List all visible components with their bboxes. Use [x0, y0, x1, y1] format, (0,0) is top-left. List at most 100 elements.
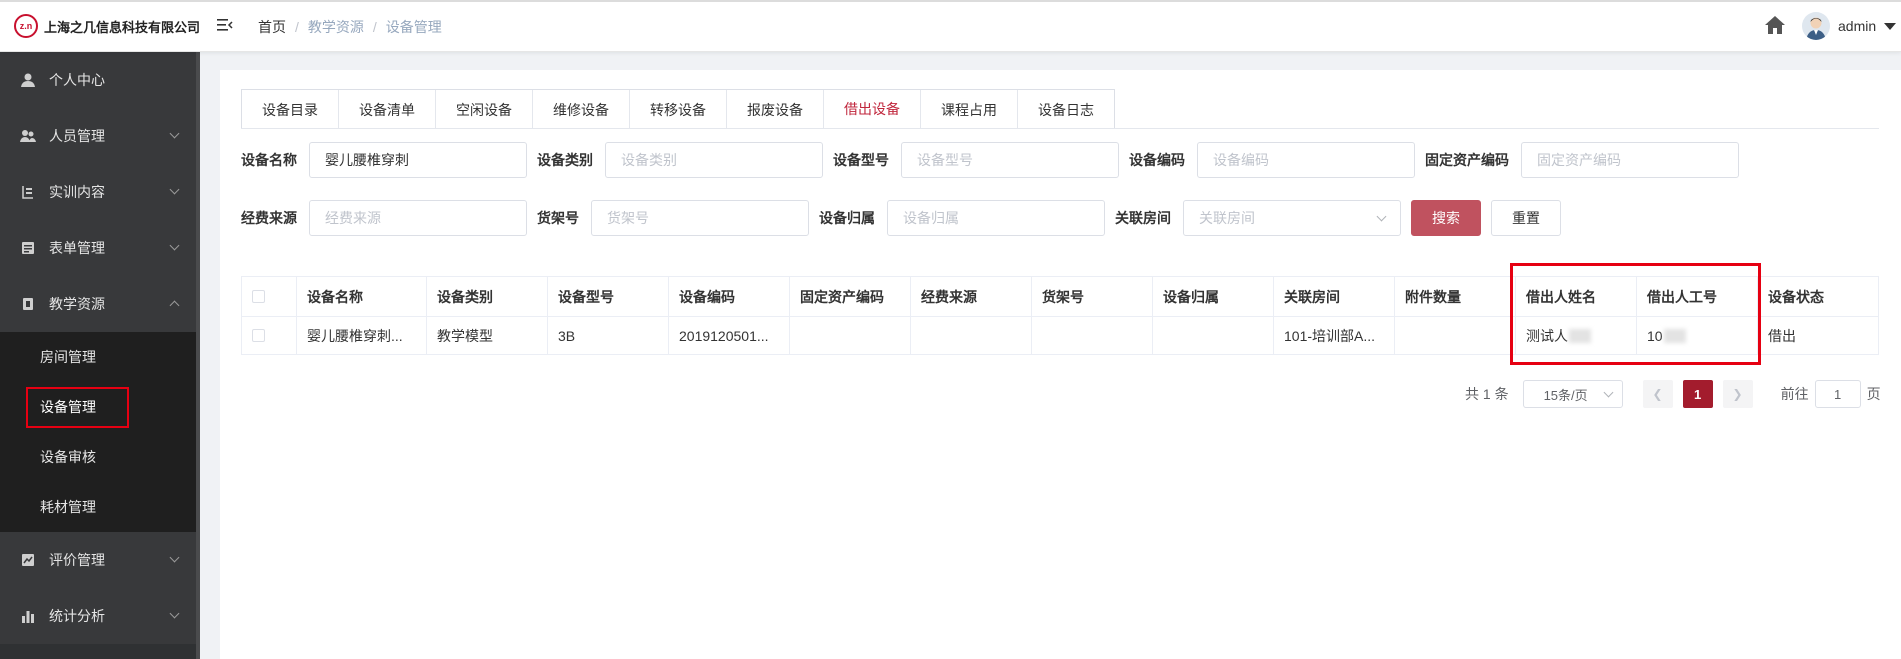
- col-device-type: 设备类别: [427, 277, 548, 317]
- cell-asset-code: [790, 317, 911, 355]
- company-logo[interactable]: z.n 上海之几信息科技有限公司: [14, 14, 200, 38]
- menu-toggle-icon[interactable]: [216, 16, 234, 34]
- select-all-checkbox[interactable]: [252, 290, 265, 303]
- cell-owner: [1153, 317, 1274, 355]
- pagination-total: 共 1 条: [1465, 386, 1509, 402]
- cell-device-code: 2019120501...: [669, 317, 790, 355]
- page-size-value: 15条/页: [1543, 387, 1588, 403]
- user-avatar[interactable]: [1802, 12, 1830, 40]
- device-model-input[interactable]: 设备型号: [901, 142, 1119, 178]
- col-status: 设备状态: [1758, 277, 1879, 317]
- reset-button[interactable]: 重置: [1491, 200, 1561, 236]
- asset-code-label: 固定资产编码: [1425, 152, 1509, 168]
- breadcrumb: 首页 / 教学资源 / 设备管理: [258, 17, 442, 37]
- chevron-down-icon: [169, 184, 180, 195]
- breadcrumb-teaching-resource: 教学资源: [307, 19, 364, 35]
- col-room: 关联房间: [1274, 277, 1395, 317]
- sidebar-item-forms[interactable]: 表单管理: [0, 220, 200, 276]
- highlight-box: [1510, 263, 1761, 365]
- tab-device-catalog[interactable]: 设备目录: [242, 90, 339, 129]
- device-name-label: 设备名称: [241, 152, 297, 168]
- device-code-label: 设备编码: [1129, 152, 1185, 168]
- tab-idle-devices[interactable]: 空闲设备: [436, 90, 533, 129]
- logo-mark-icon: z.n: [14, 14, 38, 38]
- shelf-input[interactable]: 货架号: [591, 200, 809, 236]
- sidebar-item-personal-center[interactable]: 个人中心: [0, 52, 200, 108]
- caret-down-icon[interactable]: [1884, 23, 1896, 30]
- fund-source-input[interactable]: 经费来源: [309, 200, 527, 236]
- sidebar-item-teaching-resource[interactable]: 教学资源: [0, 276, 200, 332]
- sidebar-subitem-label: 耗材管理: [40, 499, 96, 515]
- cell-attachments: [1395, 317, 1516, 355]
- goto-label: 前往: [1780, 386, 1809, 402]
- breadcrumb-home[interactable]: 首页: [258, 17, 286, 37]
- tab-transfer-devices[interactable]: 转移设备: [630, 90, 727, 129]
- sidebar-subitem-device[interactable]: 设备管理: [0, 382, 200, 432]
- device-type-input[interactable]: 设备类别: [605, 142, 823, 178]
- device-tabs: 设备目录 设备清单 空闲设备 维修设备 转移设备 报废设备 借出设备 课程占用 …: [241, 89, 1115, 129]
- sidebar-submenu: 房间管理 设备管理 设备审核 耗材管理: [0, 332, 200, 532]
- tab-scrapped-devices[interactable]: 报废设备: [727, 90, 824, 129]
- cell-shelf: [1032, 317, 1153, 355]
- tab-repair-devices[interactable]: 维修设备: [533, 90, 630, 129]
- highlight-box: [26, 387, 129, 428]
- cell-room: 101-培训部A...: [1274, 317, 1395, 355]
- device-model-label: 设备型号: [833, 152, 889, 168]
- chevron-down-icon: [1376, 211, 1387, 221]
- device-name-input[interactable]: 婴儿腰椎穿刺: [309, 142, 527, 178]
- shelf-label: 货架号: [537, 210, 579, 226]
- filter-row-1: 设备名称 婴儿腰椎穿刺 设备类别 设备类别 设备型号 设备型号 设备编码 设备编…: [241, 141, 1739, 179]
- sidebar-item-evaluation[interactable]: 评价管理: [0, 532, 200, 588]
- cell-device-model: 3B: [548, 317, 669, 355]
- row-select-cell: [242, 317, 297, 355]
- next-page-button[interactable]: ❯: [1722, 380, 1753, 408]
- cell-device-name: 婴儿腰椎穿刺...: [297, 317, 427, 355]
- room-select-placeholder: 关联房间: [1199, 210, 1255, 226]
- chevron-up-icon: [169, 300, 180, 311]
- resource-icon: [20, 296, 36, 312]
- device-code-input[interactable]: 设备编码: [1197, 142, 1415, 178]
- sidebar: 个人中心 人员管理 实训内容 表单管理 教学资源 房间管理 设备管理 设备审核 …: [0, 52, 200, 659]
- tabs-divider: [241, 128, 1879, 129]
- chart-icon: [20, 608, 36, 624]
- pagination: 共 1 条 15条/页 ❮ 1 ❯ 前往 1 页: [1465, 380, 1881, 408]
- user-name[interactable]: admin: [1838, 18, 1876, 34]
- col-device-model: 设备型号: [548, 277, 669, 317]
- sidebar-subitem-label: 设备审核: [40, 449, 96, 465]
- col-device-code: 设备编码: [669, 277, 790, 317]
- home-icon[interactable]: [1764, 15, 1786, 35]
- page-size-select[interactable]: 15条/页: [1522, 380, 1623, 408]
- sidebar-item-personnel[interactable]: 人员管理: [0, 108, 200, 164]
- sidebar-item-label: 教学资源: [49, 296, 105, 312]
- sidebar-item-label: 人员管理: [49, 128, 105, 144]
- col-device-name: 设备名称: [297, 277, 427, 317]
- owner-input[interactable]: 设备归属: [887, 200, 1105, 236]
- chevron-down-icon: [169, 552, 180, 563]
- page-number-current[interactable]: 1: [1682, 380, 1713, 408]
- search-button[interactable]: 搜索: [1411, 200, 1481, 236]
- tab-device-log[interactable]: 设备日志: [1018, 90, 1114, 129]
- sidebar-subitem-device-review[interactable]: 设备审核: [0, 432, 200, 482]
- row-checkbox[interactable]: [252, 329, 265, 342]
- sidebar-subitem-consumables[interactable]: 耗材管理: [0, 482, 200, 532]
- device-type-label: 设备类别: [537, 152, 593, 168]
- sidebar-subitem-room[interactable]: 房间管理: [0, 332, 200, 382]
- filter-row-2: 经费来源 经费来源 货架号 货架号 设备归属 设备归属 关联房间 关联房间 搜索…: [241, 199, 1561, 237]
- sidebar-item-label: 统计分析: [49, 608, 105, 624]
- tab-device-list[interactable]: 设备清单: [339, 90, 436, 129]
- breadcrumb-separator: /: [295, 19, 299, 35]
- tab-course-occupied[interactable]: 课程占用: [921, 90, 1018, 129]
- sidebar-scroll-edge: [196, 52, 200, 659]
- asset-code-input[interactable]: 固定资产编码: [1521, 142, 1739, 178]
- sidebar-item-label: 实训内容: [49, 184, 105, 200]
- prev-page-button[interactable]: ❮: [1642, 380, 1673, 408]
- users-icon: [20, 128, 36, 144]
- room-select[interactable]: 关联房间: [1183, 200, 1401, 236]
- tab-borrowed-devices[interactable]: 借出设备: [824, 90, 921, 129]
- top-header: z.n 上海之几信息科技有限公司 首页 / 教学资源 / 设备管理 admin: [0, 0, 1901, 52]
- sidebar-item-training[interactable]: 实训内容: [0, 164, 200, 220]
- goto-page-input[interactable]: 1: [1814, 380, 1861, 408]
- sidebar-item-statistics[interactable]: 统计分析: [0, 588, 200, 644]
- owner-label: 设备归属: [819, 210, 875, 226]
- col-owner: 设备归属: [1153, 277, 1274, 317]
